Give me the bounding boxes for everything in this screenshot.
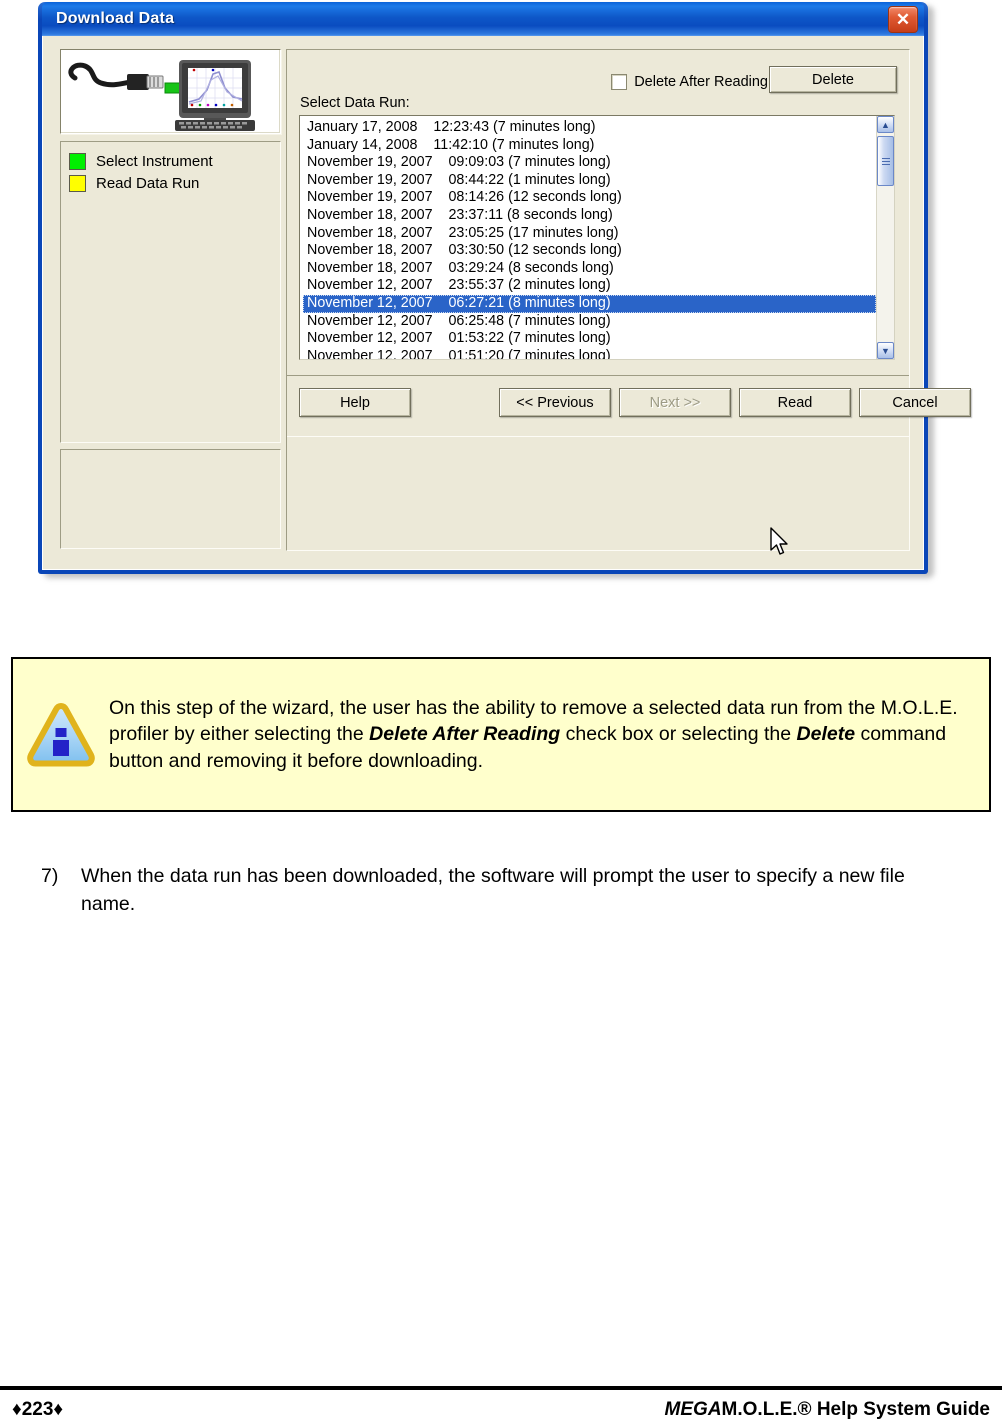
dialog-body: Select Instrument Read Data Run Delete A… [42,36,971,570]
note-text-part2: check box or selecting the [560,723,797,746]
data-run-item[interactable]: November 18, 2007 03:30:50 (12 seconds l… [303,242,876,260]
data-run-item[interactable]: November 19, 2007 08:44:22 (1 minutes lo… [303,172,876,190]
data-run-item[interactable]: November 12, 2007 23:55:37 (2 minutes lo… [303,277,876,295]
delete-button[interactable]: Delete [769,66,897,93]
page-footer: ♦223♦ MEGAM.O.L.E.® Help System Guide [0,1396,1002,1424]
previous-button[interactable]: << Previous [499,388,611,417]
dialog-titlebar[interactable]: Download Data ✕ [42,2,924,36]
read-button[interactable]: Read [739,388,851,417]
data-run-item[interactable]: November 12, 2007 06:25:48 (7 minutes lo… [303,313,876,331]
step-text: When the data run has been downloaded, t… [81,865,905,915]
wizard-info-panel [60,449,281,549]
scrollbar-thumb[interactable] [877,136,894,186]
info-note-box: On this step of the wizard, the user has… [11,657,991,812]
wizard-steps-list: Select Instrument Read Data Run [60,141,281,443]
brand-italic: MEGA [664,1399,722,1420]
data-run-item[interactable]: January 17, 2008 12:23:43 (7 minutes lon… [303,119,876,137]
note-emphasis-delete: Delete [796,723,856,746]
note-emphasis-delete-after-reading: Delete After Reading [369,723,561,746]
wizard-left-panel: Select Instrument Read Data Run [60,49,283,549]
close-icon[interactable]: ✕ [888,6,918,33]
step-number: 7) [41,865,59,887]
scrollbar-grip-icon [881,157,890,165]
instruction-step-7: 7) When the data run has been downloaded… [41,862,961,918]
footer-divider [0,1386,1002,1390]
status-swatch-yellow [69,174,86,192]
next-button: Next >> [619,388,731,417]
data-run-item[interactable]: November 12, 2007 01:53:22 (7 minutes lo… [303,330,876,348]
data-run-listbox[interactable]: January 17, 2008 12:23:43 (7 minutes lon… [299,115,895,360]
computer-download-icon [61,50,280,133]
delete-after-reading-row[interactable]: Delete After Reading [611,74,768,90]
instrument-illustration-box [60,49,281,134]
data-run-item[interactable]: November 19, 2007 09:09:03 (7 minutes lo… [303,154,876,172]
wizard-step-select-instrument: Select Instrument [69,150,280,172]
cancel-button[interactable]: Cancel [859,388,971,417]
delete-after-reading-label: Delete After Reading [634,74,768,90]
download-data-dialog: Download Data ✕ Select Instrument Read D… [38,2,971,574]
data-run-item[interactable]: November 18, 2007 03:29:24 (8 seconds lo… [303,260,876,278]
select-data-run-label: Select Data Run: [300,95,410,111]
delete-after-reading-checkbox[interactable] [611,74,628,90]
data-run-list[interactable]: January 17, 2008 12:23:43 (7 minutes lon… [300,116,876,359]
data-run-item[interactable]: November 12, 2007 06:27:21 (8 minutes lo… [303,294,876,313]
info-note-text: On this step of the wizard, the user has… [109,695,989,775]
scroll-up-icon[interactable]: ▲ [877,116,894,133]
wizard-step-read-data-run: Read Data Run [69,172,280,194]
data-run-item[interactable]: January 14, 2008 11:42:10 (7 minutes lon… [303,137,876,155]
help-button[interactable]: Help [299,388,411,417]
wizard-step-label: Select Instrument [96,152,213,170]
scroll-down-icon[interactable]: ▼ [877,342,894,359]
data-run-item[interactable]: November 12, 2007 01:51:20 (7 minutes lo… [303,348,876,359]
data-run-item[interactable]: November 19, 2007 08:14:26 (12 seconds l… [303,189,876,207]
guide-title: MEGAM.O.L.E.® Help System Guide [665,1399,990,1421]
data-run-item[interactable]: November 18, 2007 23:05:25 (17 minutes l… [303,225,876,243]
info-icon [13,700,109,770]
status-swatch-green [69,152,86,170]
data-run-item[interactable]: November 18, 2007 23:37:11 (8 seconds lo… [303,207,876,225]
listbox-scrollbar[interactable]: ▲ ▼ [876,116,894,359]
brand-rest: M.O.L.E.® Help System Guide [721,1399,990,1420]
wizard-step-label: Read Data Run [96,174,200,192]
dialog-button-bar: Help << Previous Next >> Read Cancel [287,375,971,436]
page-number: ♦223♦ [12,1399,64,1420]
wizard-right-panel: Delete After Reading Delete Select Data … [286,49,971,551]
dialog-title: Download Data [56,10,175,27]
